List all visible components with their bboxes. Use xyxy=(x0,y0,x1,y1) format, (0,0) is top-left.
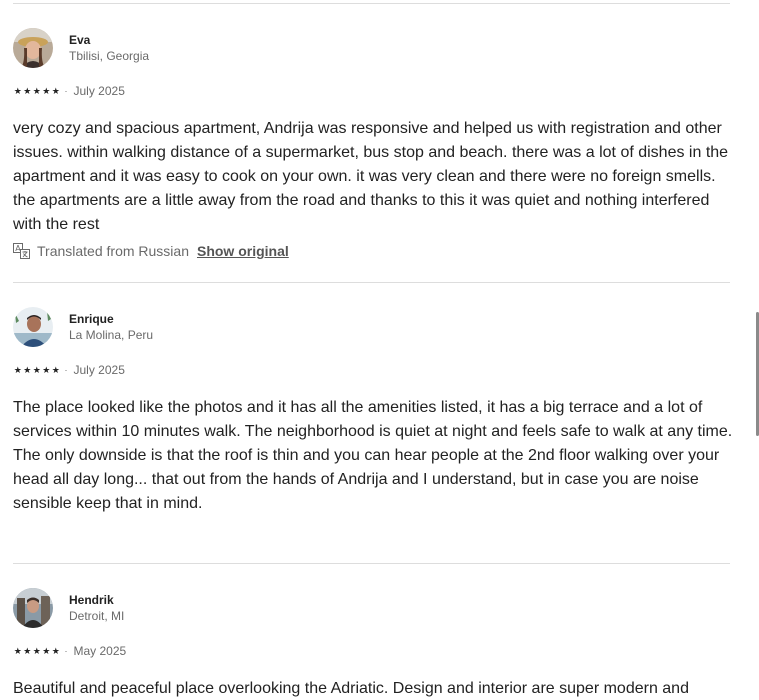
translated-label: Translated from Russian xyxy=(37,243,189,259)
rating-row: ★ ★ ★ ★ ★ · May 2025 xyxy=(13,643,733,659)
top-divider xyxy=(13,3,730,4)
star-icon: ★ xyxy=(51,646,60,656)
avatar[interactable] xyxy=(13,307,53,347)
reviewer-location: Detroit, MI xyxy=(69,609,125,623)
review-text: Beautiful and peaceful place overlooking… xyxy=(13,677,733,700)
avatar[interactable] xyxy=(13,588,53,628)
review-date: May 2025 xyxy=(73,644,127,658)
review-card: Hendrik Detroit, MI ★ ★ ★ ★ ★ · May 2025… xyxy=(13,587,733,700)
separator-dot: · xyxy=(64,86,68,96)
review-paragraph: The place looked like the photos and it … xyxy=(13,399,733,440)
reviewer-location: Tbilisi, Georgia xyxy=(69,49,150,63)
separator-dot: · xyxy=(64,365,68,375)
star-rating: ★ ★ ★ ★ ★ xyxy=(13,646,61,656)
star-rating: ★ ★ ★ ★ ★ xyxy=(13,365,61,375)
review-card: Enrique La Molina, Peru ★ ★ ★ ★ ★ · July… xyxy=(13,306,733,516)
reviewer-name: Enrique xyxy=(69,312,114,326)
review-date: July 2025 xyxy=(73,363,125,377)
review-header: Enrique La Molina, Peru xyxy=(13,306,733,348)
star-icon: ★ xyxy=(23,646,32,656)
star-icon: ★ xyxy=(42,86,51,96)
review-paragraph: Beautiful and peaceful place overlooking… xyxy=(13,680,689,697)
show-original-link[interactable]: Show original xyxy=(197,243,289,259)
review-text: The place looked like the photos and it … xyxy=(13,396,733,516)
translation-note: A Translated from Russian Show original xyxy=(13,239,733,263)
star-icon: ★ xyxy=(51,86,60,96)
rating-row: ★ ★ ★ ★ ★ · July 2025 xyxy=(13,362,733,378)
star-icon: ★ xyxy=(32,646,41,656)
review-header: Hendrik Detroit, MI xyxy=(13,587,733,629)
separator-dot: · xyxy=(64,646,68,656)
review-paragraph: very cozy and spacious apartment, Andrij… xyxy=(13,120,729,233)
avatar[interactable] xyxy=(13,28,53,68)
star-icon: ★ xyxy=(51,365,60,375)
star-rating: ★ ★ ★ ★ ★ xyxy=(13,86,61,96)
star-icon: ★ xyxy=(13,86,22,96)
review-header: Eva Tbilisi, Georgia xyxy=(13,27,733,69)
star-icon: ★ xyxy=(32,86,41,96)
translate-icon: A xyxy=(13,243,30,259)
star-icon: ★ xyxy=(13,365,22,375)
review-text: very cozy and spacious apartment, Andrij… xyxy=(13,117,733,237)
reviewer-name: Hendrik xyxy=(69,593,114,607)
review-divider xyxy=(13,563,730,564)
star-icon: ★ xyxy=(32,365,41,375)
star-icon: ★ xyxy=(42,646,51,656)
reviewer-location: La Molina, Peru xyxy=(69,328,154,342)
review-paragraph: The only downside is that the roof is th… xyxy=(13,447,720,512)
review-card: Eva Tbilisi, Georgia ★ ★ ★ ★ ★ · July 20… xyxy=(13,27,733,263)
star-icon: ★ xyxy=(23,86,32,96)
star-icon: ★ xyxy=(13,646,22,656)
rating-row: ★ ★ ★ ★ ★ · July 2025 xyxy=(13,83,733,99)
star-icon: ★ xyxy=(23,365,32,375)
reviewer-name: Eva xyxy=(69,33,91,47)
review-divider xyxy=(13,282,730,283)
review-date: July 2025 xyxy=(73,84,125,98)
star-icon: ★ xyxy=(42,365,51,375)
